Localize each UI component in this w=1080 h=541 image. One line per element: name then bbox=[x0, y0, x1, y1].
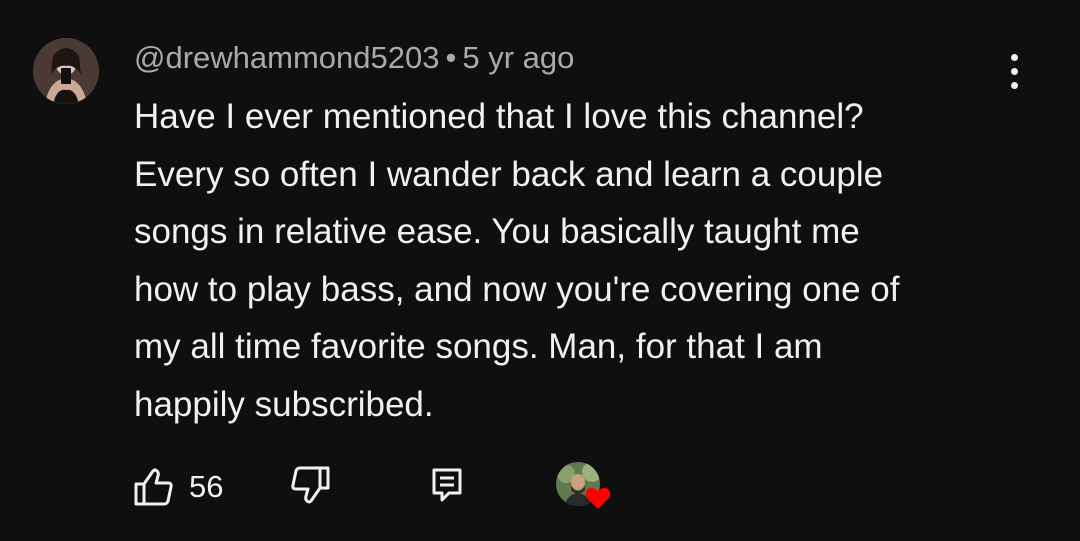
heart-icon bbox=[585, 487, 611, 509]
dislike-button[interactable] bbox=[289, 465, 330, 505]
comment-text-line: Have I ever mentioned that I love this c… bbox=[134, 97, 864, 136]
more-vert-icon bbox=[1011, 54, 1018, 61]
more-vert-icon-dot bbox=[1011, 68, 1018, 75]
comment-text-line: songs in relative ease. You basically ta… bbox=[134, 212, 860, 251]
comment-time[interactable]: 5 yr ago bbox=[462, 40, 574, 75]
comment-text-line: happily subscribed. bbox=[134, 384, 434, 424]
author-avatar-image bbox=[33, 38, 99, 104]
comment-text-line: how to play bass, and now you're coverin… bbox=[134, 269, 900, 309]
like-button[interactable]: 56 bbox=[133, 467, 233, 507]
like-count: 56 bbox=[189, 469, 224, 504]
author-avatar[interactable] bbox=[33, 38, 99, 104]
author-handle[interactable]: @drewhammond5203 bbox=[134, 40, 439, 75]
comment-thread: @drewhammond5203 • 5 yr ago Have I ever me… bbox=[0, 0, 1080, 541]
reply-comment-icon bbox=[432, 468, 462, 502]
comment-meta: @drewhammond5203 • 5 yr ago bbox=[134, 40, 574, 76]
meta-separator: • bbox=[445, 40, 457, 75]
more-actions-button[interactable] bbox=[1000, 52, 1030, 92]
comment-text-line: Every so often I wander back and learn a… bbox=[134, 154, 884, 194]
thumbs-up-icon bbox=[134, 468, 173, 506]
reply-button[interactable] bbox=[431, 467, 463, 503]
creator-heart-badge bbox=[556, 462, 612, 512]
comment-text: Have I ever mentioned that I love this c… bbox=[134, 88, 1034, 433]
thumbs-down-icon bbox=[291, 466, 330, 504]
comment-text-line: my all time favorite songs. Man, for tha… bbox=[134, 327, 823, 366]
